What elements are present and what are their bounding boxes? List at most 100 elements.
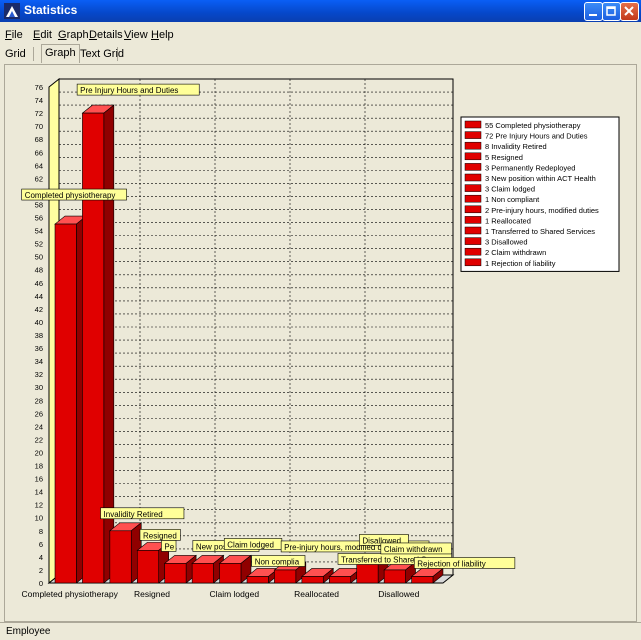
- y-tick-label: 34: [35, 357, 43, 366]
- y-tick-label: 6: [39, 540, 43, 549]
- y-tick-label: 32: [35, 370, 43, 379]
- x-tick-label: Disallowed: [378, 589, 419, 599]
- y-tick-label: 10: [35, 514, 43, 523]
- legend-item: 2 Pre-injury hours, modified duties: [485, 206, 599, 215]
- legend-swatch: [464, 194, 482, 203]
- y-tick-label: 54: [35, 227, 43, 236]
- tab-strip: Grid Graph Text Grid: [0, 44, 641, 64]
- menu-help[interactable]: Help: [151, 29, 174, 41]
- legend-swatch: [464, 226, 482, 235]
- bar-tooltip-label: Completed physiotherapy: [25, 191, 116, 200]
- legend-item: 1 Non compliant: [485, 195, 540, 204]
- y-tick-label: 38: [35, 331, 43, 340]
- bar: [136, 550, 159, 584]
- minimize-button[interactable]: [584, 2, 603, 21]
- y-tick-label: 56: [35, 214, 43, 223]
- window-title: Statistics: [24, 3, 78, 17]
- legend-swatch: [464, 184, 482, 192]
- y-tick-label: 28: [35, 396, 43, 405]
- legend-swatch: [464, 131, 482, 139]
- y-tick-label: 24: [35, 422, 43, 431]
- legend-swatch: [464, 237, 482, 245]
- bar: [54, 223, 77, 584]
- minimize-icon: [589, 14, 597, 16]
- tab-graph[interactable]: Graph: [41, 44, 80, 63]
- y-tick-label: 40: [35, 318, 43, 327]
- y-tick-label: 44: [35, 292, 43, 301]
- y-tick-label: 12: [35, 501, 43, 510]
- legend-item: 3 New position within ACT Health: [485, 174, 596, 183]
- y-tick-label: 62: [35, 174, 43, 183]
- legend-item: 3 Claim lodged: [485, 185, 535, 194]
- y-tick-label: 76: [35, 83, 43, 92]
- tab-text-grid[interactable]: Text Grid: [77, 46, 127, 62]
- bar-tooltip-label: Resigned: [143, 531, 177, 540]
- menu-file[interactable]: File: [5, 29, 23, 41]
- tab-separator: [33, 47, 34, 61]
- y-tick-label: 70: [35, 122, 43, 131]
- legend-item: 2 Claim withdrawn: [485, 248, 546, 257]
- legend-item: 3 Permanently Redeployed: [485, 163, 575, 172]
- bar-tooltip-label: Invalidity Retired: [104, 510, 163, 519]
- close-button[interactable]: [620, 2, 639, 21]
- bar-tooltip-label: Rejection of liability: [417, 559, 485, 568]
- legend-swatch: [464, 247, 482, 256]
- y-tick-label: 16: [35, 475, 43, 484]
- legend-swatch: [464, 258, 482, 267]
- legend-item: 55 Completed physiotherapy: [485, 121, 581, 130]
- legend-item: 5 Resigned: [485, 153, 523, 162]
- app-icon: [4, 3, 20, 19]
- y-tick-label: 68: [35, 135, 43, 144]
- maximize-icon: [606, 6, 616, 16]
- bar: [356, 563, 379, 584]
- legend-swatch: [464, 152, 482, 161]
- menu-graph[interactable]: Graph: [58, 29, 89, 41]
- close-icon: [624, 6, 634, 16]
- y-tick-label: 74: [35, 96, 43, 105]
- y-tick-label: 22: [35, 435, 43, 444]
- bar-chart: 0246810121416182022242628303234363840424…: [21, 77, 620, 599]
- bar-tooltip-label: Pre Injury Hours and Duties: [80, 86, 178, 95]
- y-tick-label: 72: [35, 109, 43, 118]
- legend-item: 1 Reallocated: [485, 216, 531, 225]
- y-tick-label: 0: [39, 579, 43, 588]
- legend-item: 1 Transferred to Shared Services: [485, 227, 595, 236]
- bar: [274, 569, 297, 584]
- bar: [246, 576, 269, 584]
- menu-edit[interactable]: Edit: [33, 29, 52, 41]
- y-tick-label: 30: [35, 383, 43, 392]
- y-tick-label: 42: [35, 305, 43, 314]
- title-bar: Statistics: [0, 0, 641, 22]
- menu-details[interactable]: Details: [89, 29, 123, 41]
- legend-swatch: [464, 120, 482, 129]
- bar: [109, 530, 132, 584]
- y-tick-label: 26: [35, 409, 43, 418]
- bar: [383, 569, 406, 584]
- bar: [219, 563, 242, 584]
- bar-tooltip-label: Non complia: [255, 557, 300, 566]
- graph-panel: 0 2 4 6 8 10 12 14 16 18 20 22 24 26 28 30 32 34 36 38 40 42 4…: [4, 64, 637, 622]
- maximize-button[interactable]: [602, 2, 621, 21]
- legend-item: 1 Rejection of liability: [485, 259, 556, 268]
- y-tick-label: 48: [35, 266, 43, 275]
- menu-view[interactable]: View: [124, 29, 148, 41]
- menu-bar: File Edit Graph Details View Help: [0, 29, 641, 43]
- x-tick-label: Reallocated: [294, 589, 339, 599]
- y-tick-label: 46: [35, 279, 43, 288]
- y-tick-label: 64: [35, 161, 43, 170]
- y-tick-label: 36: [35, 344, 43, 353]
- y-tick-label: 14: [35, 488, 43, 497]
- bar: [301, 576, 324, 584]
- tab-grid[interactable]: Grid: [2, 46, 29, 62]
- bar-tooltip-label: Claim lodged: [227, 540, 274, 549]
- y-tick-label: 18: [35, 462, 43, 471]
- legend-swatch: [464, 141, 482, 150]
- y-tick-label: 20: [35, 448, 43, 457]
- y-tick-label: 2: [39, 566, 43, 575]
- legend-swatch: [464, 216, 482, 224]
- y-tick-label: 52: [35, 240, 43, 249]
- legend-swatch: [464, 163, 482, 171]
- y-tick-label: 4: [39, 553, 43, 562]
- x-tick-label: Completed physiotherapy: [22, 589, 119, 599]
- y-tick-label: 50: [35, 253, 43, 262]
